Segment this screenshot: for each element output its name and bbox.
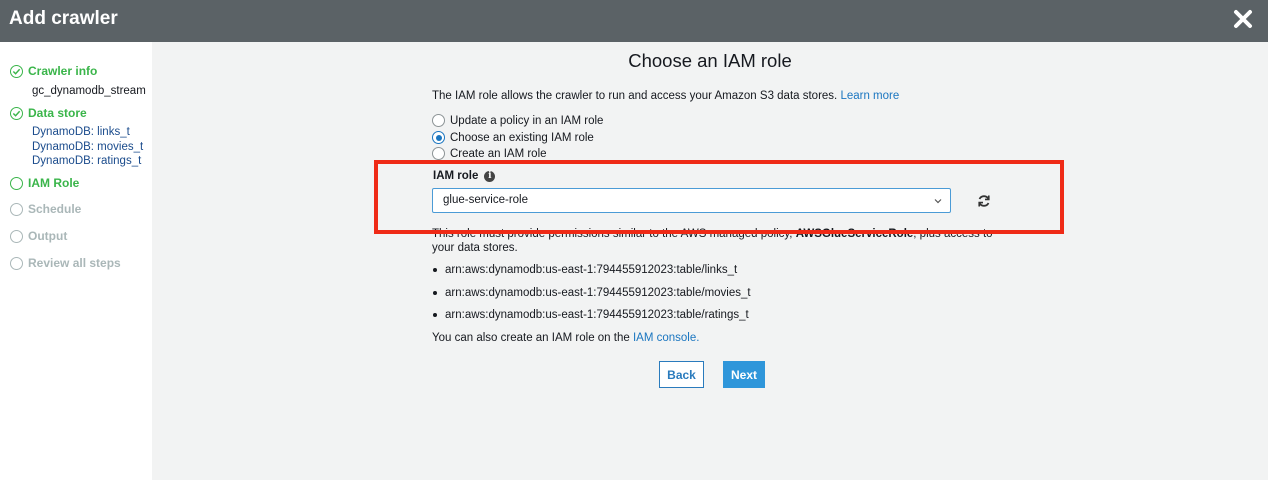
console-text: You can also create an IAM role on the (432, 332, 630, 344)
step-label: IAM Role (28, 176, 80, 190)
circle-icon (10, 256, 23, 270)
radio-button-selected[interactable] (432, 131, 445, 144)
step-sub-item: gc_dynamodb_stream (32, 85, 146, 97)
step-schedule: Schedule (10, 202, 81, 216)
circle-icon (10, 229, 23, 243)
steps-sidebar: Crawler info gc_dynamodb_stream Data sto… (0, 42, 152, 480)
radio-label: Choose an existing IAM role (450, 131, 594, 144)
step-crawler-info[interactable]: Crawler info (10, 64, 97, 78)
main-content: Choose an IAM role The IAM role allows t… (152, 42, 1268, 480)
back-button[interactable]: Back (659, 361, 704, 388)
radio-label: Create an IAM role (450, 147, 547, 160)
resource-item: arn:aws:dynamodb:us-east-1:794455912023:… (433, 287, 751, 299)
close-icon[interactable] (1232, 8, 1254, 30)
radio-label: Update a policy in an IAM role (450, 114, 604, 127)
circle-icon (10, 202, 23, 216)
check-circle-icon (10, 106, 23, 120)
step-data-store[interactable]: Data store (10, 106, 87, 120)
step-label: Schedule (28, 202, 82, 216)
description-text: The IAM role allows the crawler to run a… (432, 90, 838, 102)
radio-button[interactable] (432, 114, 445, 127)
step-output: Output (10, 229, 67, 243)
step-sub-item: DynamoDB: links_t (32, 126, 130, 138)
circle-icon (10, 176, 23, 190)
step-label: Review all steps (28, 256, 121, 270)
radio-button[interactable] (432, 147, 445, 160)
radio-existing-role[interactable]: Choose an existing IAM role (432, 131, 594, 144)
role-description: The IAM role allows the crawler to run a… (432, 90, 899, 102)
resource-arn: arn:aws:dynamodb:us-east-1:794455912023:… (445, 287, 751, 299)
step-label: Output (28, 229, 68, 243)
step-review: Review all steps (10, 256, 121, 270)
step-iam-role[interactable]: IAM Role (10, 176, 79, 190)
step-label: Crawler info (28, 64, 98, 78)
resource-arn: arn:aws:dynamodb:us-east-1:794455912023:… (445, 264, 738, 276)
radio-create-role[interactable]: Create an IAM role (432, 147, 547, 160)
iam-console-link[interactable]: IAM console. (633, 332, 699, 344)
resource-item: arn:aws:dynamodb:us-east-1:794455912023:… (433, 309, 749, 321)
step-label: Data store (28, 106, 87, 120)
bullet-icon (433, 291, 437, 295)
step-sub-item: DynamoDB: ratings_t (32, 155, 142, 167)
section-heading: Choose an IAM role (628, 50, 792, 71)
radio-update-policy[interactable]: Update a policy in an IAM role (432, 114, 603, 127)
resource-item: arn:aws:dynamodb:us-east-1:794455912023:… (433, 264, 737, 276)
bullet-icon (433, 313, 437, 317)
highlight-box (374, 160, 1064, 234)
step-sub-item: DynamoDB: movies_t (32, 141, 144, 153)
page-title: Add crawler (9, 8, 118, 29)
learn-more-link[interactable]: Learn more (840, 90, 899, 102)
header-bar: Add crawler (0, 0, 1268, 42)
next-button[interactable]: Next (723, 361, 765, 388)
resource-arn: arn:aws:dynamodb:us-east-1:794455912023:… (445, 309, 749, 321)
console-note: You can also create an IAM role on the I… (432, 332, 699, 346)
bullet-icon (433, 268, 437, 272)
policy-text: your data stores. (432, 241, 518, 254)
check-circle-icon (10, 64, 23, 78)
